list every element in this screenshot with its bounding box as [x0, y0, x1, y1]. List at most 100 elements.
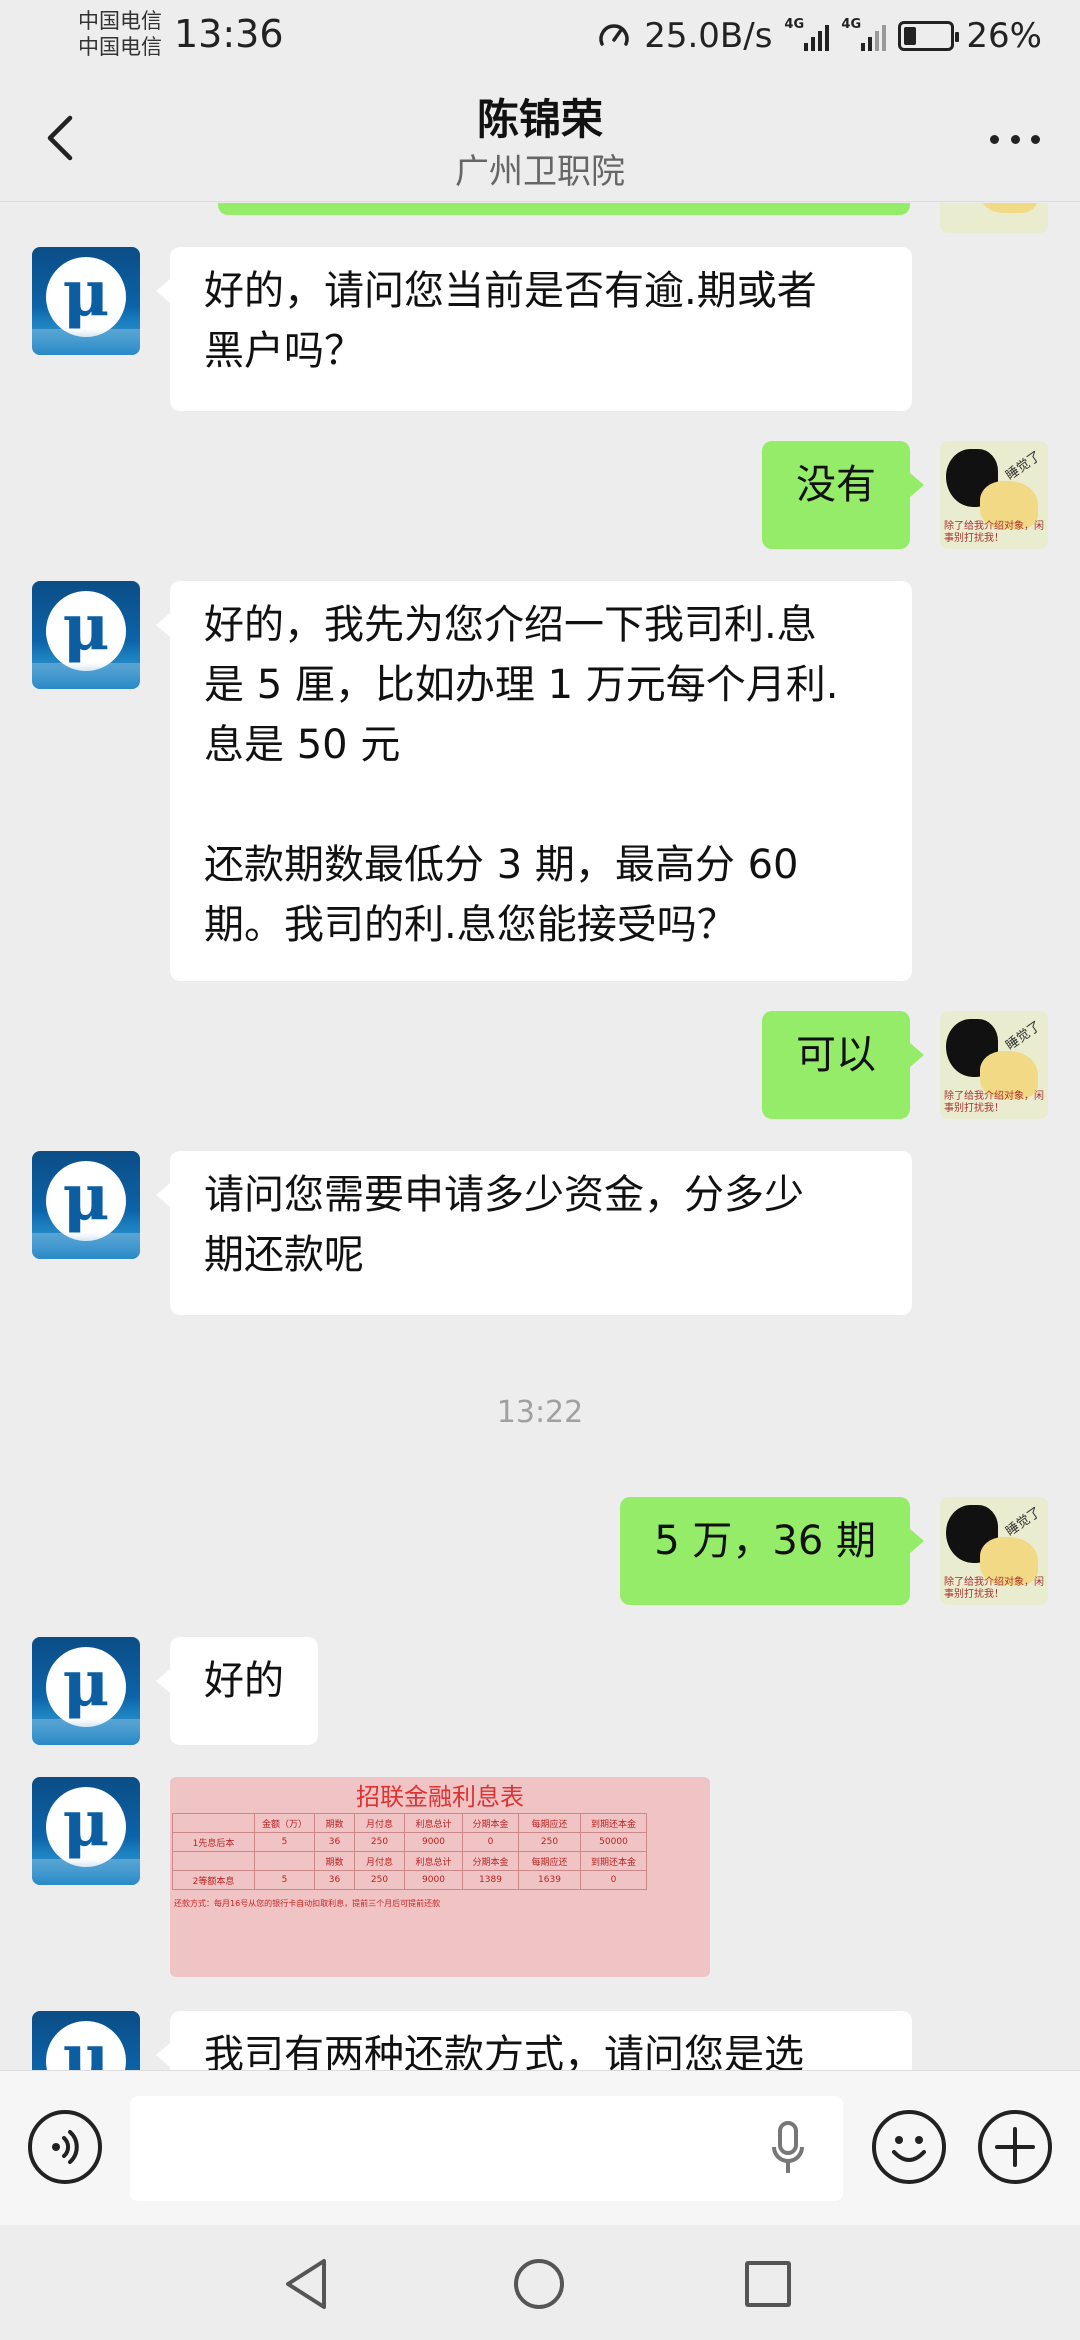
- nav-back-icon[interactable]: [282, 2257, 332, 2311]
- signal-icon-2: 4G: [841, 17, 887, 51]
- message-bubble[interactable]: 我司有两种还款方式，请问您是选: [156, 2011, 912, 2070]
- table-cell: [172, 1851, 255, 1871]
- table-cell: 期数: [314, 1813, 355, 1833]
- nav-recents-icon[interactable]: [745, 2261, 791, 2307]
- table-cell: 5: [254, 1832, 315, 1852]
- user-avatar[interactable]: 睡觉了 除了给我介绍对象，闲事别打扰我！: [940, 441, 1048, 549]
- table-cell: 利息总计: [404, 1813, 463, 1833]
- carrier-2: 中国电信: [78, 35, 162, 59]
- status-right: 25.0B/s 4G 4G 26%: [596, 14, 1042, 58]
- smiley-icon: [892, 2136, 926, 2162]
- contact-avatar[interactable]: μ: [32, 247, 140, 355]
- network-type-2: 4G: [841, 17, 862, 32]
- plus-icon: [995, 2127, 1035, 2167]
- message-bubble[interactable]: 没有: [762, 441, 924, 549]
- table-cell: 36: [314, 1870, 355, 1890]
- message-bubble[interactable]: 5 万，36 期: [620, 1497, 924, 1605]
- user-avatar-sticker-text: 睡觉了: [1003, 1018, 1044, 1054]
- user-avatar[interactable]: [940, 203, 1048, 233]
- network-type-1: 4G: [784, 17, 805, 32]
- status-bar: 中国电信 中国电信 13:36 25.0B/s 4G 4G 26%: [0, 0, 1080, 72]
- user-avatar-caption: 除了给我介绍对象，闲事别打扰我！: [944, 1091, 1044, 1114]
- table-cell: 36: [314, 1832, 355, 1852]
- status-time: 13:36: [174, 12, 284, 56]
- message-bubble[interactable]: 好的，请问您当前是否有逾.期或者 黑户吗？: [156, 247, 912, 411]
- contact-avatar-glyph: μ: [62, 1786, 110, 1861]
- contact-avatar-glyph: μ: [62, 256, 110, 331]
- message-list[interactable]: μ 好的，请问您当前是否有逾.期或者 黑户吗？ 睡觉了 除了给我介绍对象，闲事别…: [0, 203, 1080, 2070]
- message-text: 好的，请问您当前是否有逾.期或者 黑户吗？: [204, 268, 817, 374]
- network-speed: 25.0B/s: [644, 16, 773, 56]
- chat-subtitle: 广州卫职院: [455, 152, 625, 192]
- user-avatar[interactable]: 睡觉了 除了给我介绍对象，闲事别打扰我！: [940, 1011, 1048, 1119]
- message-text: 我司有两种还款方式，请问您是选: [204, 2032, 804, 2070]
- message-bubble[interactable]: 好的，我先为您介绍一下我司利.息 是 5 厘，比如办理 1 万元每个月利. 息是…: [156, 581, 912, 981]
- table-cell: 利息总计: [404, 1851, 463, 1871]
- table-cell: 9000: [404, 1832, 463, 1852]
- more-options-icon[interactable]: [990, 132, 1040, 146]
- contact-avatar[interactable]: μ: [32, 1151, 140, 1259]
- user-avatar-sticker-text: 睡觉了: [1003, 448, 1044, 484]
- contact-avatar-glyph: μ: [62, 2020, 110, 2071]
- message-bubble[interactable]: 可以: [762, 1011, 924, 1119]
- microphone-icon[interactable]: [770, 2121, 806, 2177]
- table-cell: 分期本金: [462, 1851, 519, 1871]
- chat-title: 陈锦荣: [476, 95, 603, 144]
- message-text: 好的: [204, 1658, 284, 1704]
- message-bubble[interactable]: 请问您需要申请多少资金，分多少 期还款呢: [156, 1151, 912, 1315]
- user-avatar-caption: 除了给我介绍对象，闲事别打扰我！: [944, 1577, 1044, 1600]
- table-cell: 5: [254, 1870, 315, 1890]
- interest-table-note: 还款方式：每月16号从您的银行卡自动扣取利息，提前三个月后可提前还款: [174, 1899, 441, 1908]
- contact-avatar[interactable]: μ: [32, 2011, 140, 2070]
- table-cell: 期数: [314, 1851, 355, 1871]
- nav-home-icon[interactable]: [514, 2259, 564, 2309]
- table-cell: 2等额本息: [172, 1870, 255, 1890]
- message-input[interactable]: [130, 2096, 843, 2201]
- carrier-labels: 中国电信 中国电信: [78, 8, 162, 60]
- user-avatar[interactable]: 睡觉了 除了给我介绍对象，闲事别打扰我！: [940, 1497, 1048, 1605]
- chat-header: 陈锦荣 广州卫职院: [0, 72, 1080, 202]
- table-cell: 250: [354, 1832, 405, 1852]
- emoji-button[interactable]: [872, 2110, 946, 2184]
- table-cell: 50000: [580, 1832, 647, 1852]
- message-bubble-partial[interactable]: [218, 203, 910, 215]
- table-row: 2等额本息 5 36 250 9000 1389 1639 0: [172, 1870, 647, 1890]
- more-functions-button[interactable]: [978, 2110, 1052, 2184]
- carrier-1: 中国电信: [78, 9, 162, 33]
- table-row: 期数 月付息 利息总计 分期本金 每期应还 到期还本金: [172, 1851, 647, 1871]
- voice-mode-button[interactable]: [28, 2110, 102, 2184]
- message-text: 5 万，36 期: [654, 1518, 876, 1564]
- table-cell: [254, 1851, 315, 1871]
- contact-avatar-glyph: μ: [62, 590, 110, 665]
- battery-percent: 26%: [966, 16, 1042, 56]
- speedometer-icon: [599, 24, 629, 46]
- contact-avatar[interactable]: μ: [32, 1637, 140, 1745]
- user-avatar-sticker-text: 睡觉了: [1003, 1504, 1044, 1540]
- interest-table: 金额（万） 期数 月付息 利息总计 分期本金 每期应还 到期还本金 1先息后本 …: [172, 1813, 647, 1890]
- table-cell: 1639: [518, 1870, 581, 1890]
- table-cell: 0: [462, 1832, 519, 1852]
- message-bubble[interactable]: 好的: [156, 1637, 318, 1745]
- time-divider: 13:22: [496, 1395, 584, 1430]
- table-cell: 0: [580, 1870, 647, 1890]
- interest-table-title: 招联金融利息表: [356, 1783, 524, 1811]
- table-cell: 每期应还: [518, 1813, 581, 1833]
- table-cell: 250: [518, 1832, 581, 1852]
- table-cell: 到期还本金: [580, 1813, 647, 1833]
- input-bar: [0, 2070, 1080, 2225]
- table-cell: 金额（万）: [254, 1813, 315, 1833]
- table-cell: 9000: [404, 1870, 463, 1890]
- contact-avatar[interactable]: μ: [32, 581, 140, 689]
- table-cell: [172, 1813, 255, 1833]
- user-avatar-caption: 除了给我介绍对象，闲事别打扰我！: [944, 521, 1044, 544]
- contact-avatar-glyph: μ: [62, 1646, 110, 1721]
- signal-icon: 4G: [784, 17, 830, 51]
- table-cell: 1先息后本: [172, 1832, 255, 1852]
- contact-avatar[interactable]: μ: [32, 1777, 140, 1885]
- battery-icon: [898, 21, 960, 51]
- table-cell: 分期本金: [462, 1813, 519, 1833]
- interest-table-image[interactable]: 招联金融利息表 金额（万） 期数 月付息 利息总计 分期本金 每期应还 到期还本…: [170, 1777, 710, 1977]
- message-text: 请问您需要申请多少资金，分多少 期还款呢: [204, 1172, 804, 1278]
- system-nav-bar: [0, 2225, 1080, 2340]
- table-cell: 250: [354, 1870, 405, 1890]
